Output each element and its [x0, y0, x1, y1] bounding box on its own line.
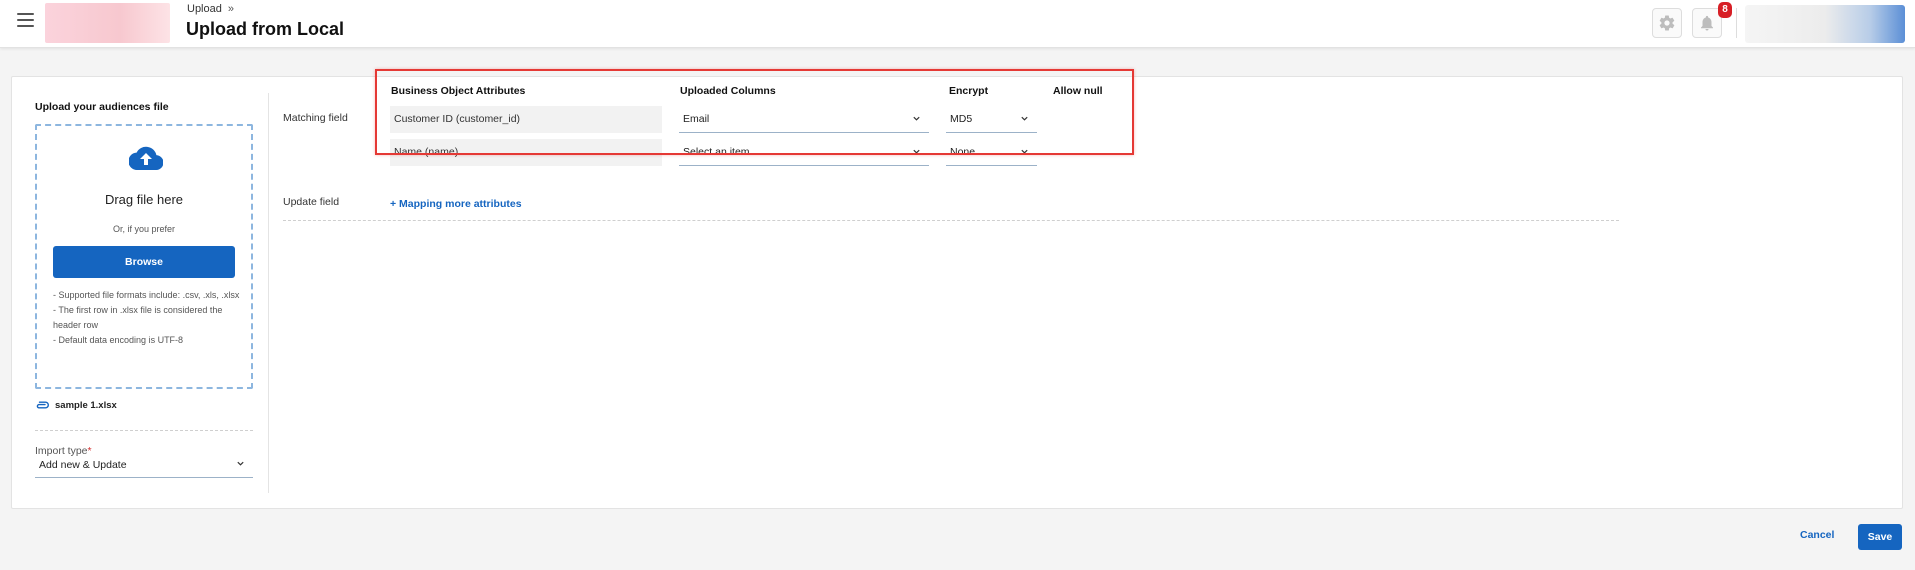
chevron-down-icon: [1021, 149, 1028, 154]
uploaded-file[interactable]: sample 1.xlsx: [35, 400, 117, 411]
uploaded-column-value: Select an item: [683, 146, 750, 158]
encrypt-select[interactable]: None: [946, 138, 1037, 166]
matching-field-label: Matching field: [283, 112, 348, 124]
cloud-upload-icon: [129, 146, 163, 170]
top-bar: Upload » Upload from Local 8: [0, 0, 1915, 48]
section-divider: [283, 220, 1619, 221]
uploaded-column-value: Email: [683, 113, 710, 125]
bell-icon: [1701, 15, 1713, 31]
attribute-name: Name (name): [390, 139, 662, 166]
header-allow-null: Allow null: [1053, 85, 1103, 97]
header-uploaded-columns: Uploaded Columns: [680, 85, 776, 97]
import-type-select[interactable]: Add new & Update: [35, 453, 253, 478]
or-text: Or, if you prefer: [112, 224, 176, 234]
page-title: Upload from Local: [186, 19, 345, 39]
header-divider: [1736, 8, 1737, 38]
note-formats: - Supported file formats include: .csv, …: [53, 290, 240, 300]
chevron-down-icon: [237, 461, 244, 466]
save-button[interactable]: Save: [1858, 524, 1902, 550]
brand-logo[interactable]: [45, 3, 170, 43]
encrypt-value: None: [950, 146, 976, 158]
browse-button[interactable]: Browse: [53, 246, 235, 278]
encrypt-value: MD5: [950, 113, 973, 125]
chevron-down-icon: [1021, 116, 1028, 121]
cancel-button[interactable]: Cancel: [1800, 529, 1834, 541]
column-divider: [268, 93, 269, 493]
file-name: sample 1.xlsx: [55, 400, 117, 411]
upload-panel: Upload your audiences file Drag file her…: [12, 77, 268, 508]
mapping-more-attributes-link[interactable]: + Mapping more attributes: [390, 198, 522, 210]
note-encoding: - Default data encoding is UTF-8: [53, 335, 184, 345]
breadcrumb: Upload »: [187, 3, 234, 15]
import-type-value: Add new & Update: [39, 459, 127, 471]
attachment-icon: [36, 401, 49, 409]
header-encrypt: Encrypt: [949, 85, 989, 97]
encrypt-select[interactable]: MD5: [946, 105, 1037, 133]
drag-file-text: Drag file here: [104, 192, 184, 207]
upload-card: Upload your audiences file Drag file her…: [11, 69, 1903, 509]
account-menu[interactable]: [1745, 5, 1905, 43]
uploaded-column-select[interactable]: Email: [679, 105, 929, 133]
section-divider: [35, 430, 253, 431]
chevron-down-icon: [913, 149, 920, 154]
notification-badge: 8: [1718, 2, 1732, 18]
gear-icon: [1659, 15, 1675, 31]
menu-icon[interactable]: [17, 13, 34, 27]
uploaded-column-select[interactable]: Select an item: [679, 138, 929, 166]
upload-notes: - Supported file formats include: .csv, …: [53, 288, 243, 348]
breadcrumb-separator: »: [227, 3, 234, 15]
header-business-object-attributes: Business Object Attributes: [391, 85, 526, 97]
chevron-down-icon: [913, 116, 920, 121]
attribute-customer-id: Customer ID (customer_id): [390, 106, 662, 133]
note-header-row: - The first row in .xlsx file is conside…: [53, 305, 223, 330]
file-dropzone[interactable]: Drag file here Or, if you prefer Browse …: [35, 124, 253, 389]
upload-title: Upload your audiences file: [35, 101, 169, 113]
update-field-label: Update field: [283, 196, 340, 208]
breadcrumb-upload[interactable]: Upload: [187, 3, 222, 15]
settings-button[interactable]: [1652, 8, 1682, 38]
